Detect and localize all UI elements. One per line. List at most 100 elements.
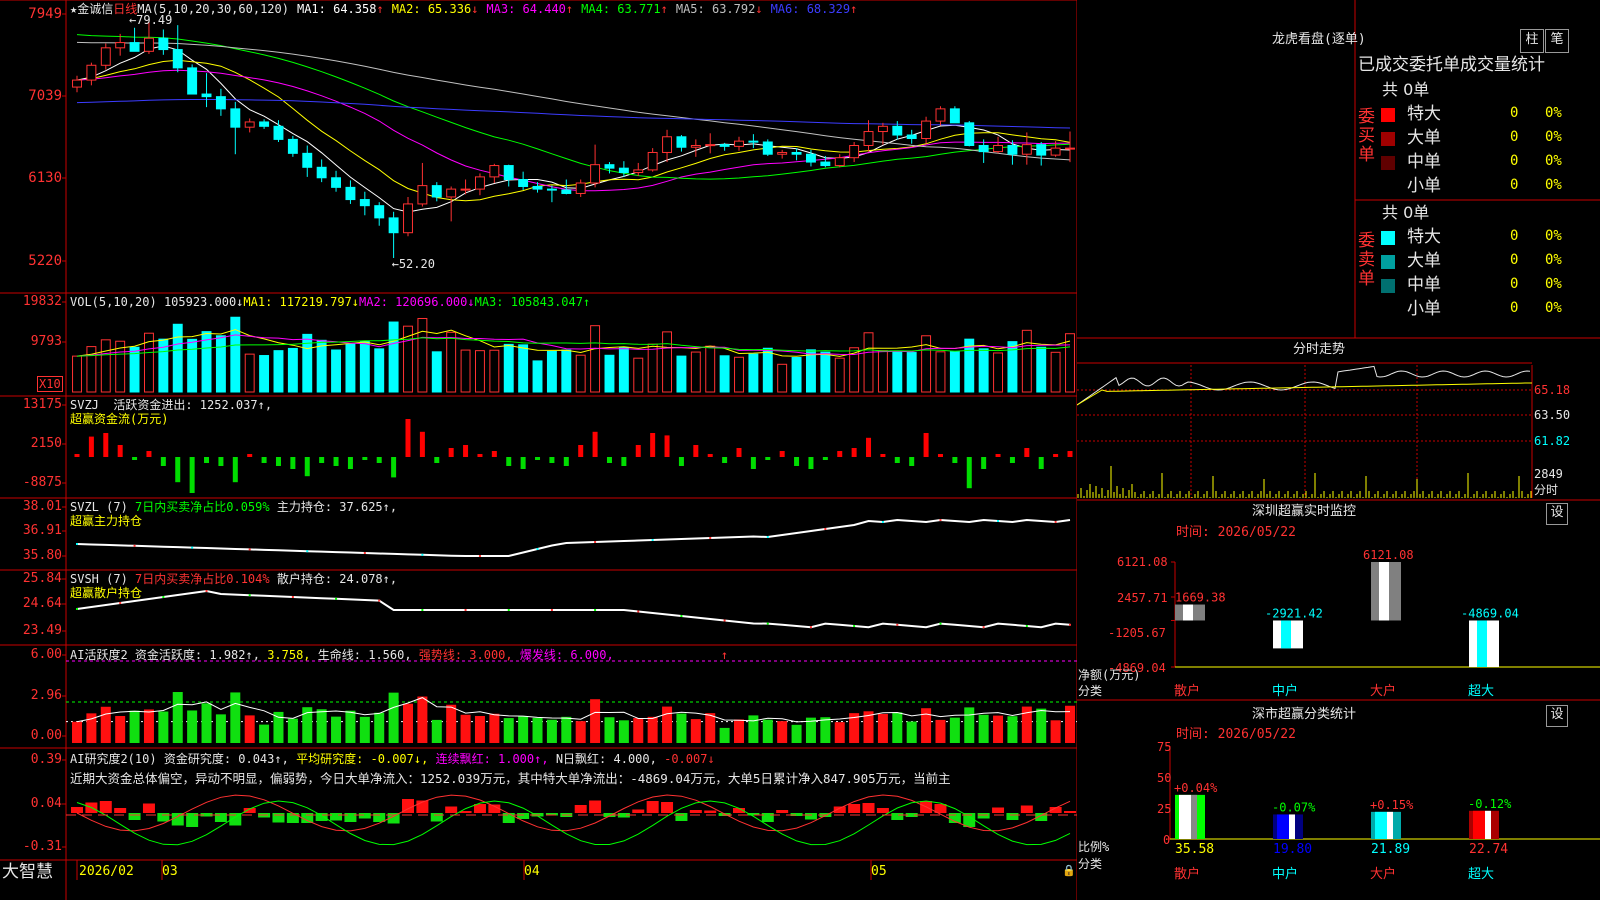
activity-bar <box>618 720 629 743</box>
classify-settings-button[interactable]: 设 <box>1546 705 1568 727</box>
research-bar <box>689 810 702 813</box>
svzj-text: 活跃资金进出: 1252.037↑, <box>113 398 273 412</box>
activity-bar <box>561 716 572 743</box>
lock-icon[interactable]: 🔒 <box>1062 864 1076 878</box>
activity-bar <box>777 721 788 743</box>
activity-bar <box>734 719 744 743</box>
y-tick-label: 13175 <box>22 397 62 412</box>
ai-research-commentary: 近期大资金总体偏空，异动不明显，偏弱势，今日大单净流入：1252.039万元，其… <box>70 771 951 786</box>
buy-label: 委买单 <box>1358 107 1375 165</box>
research-bar <box>1064 811 1076 813</box>
candle-body <box>892 125 903 136</box>
classify-change-label: +0.04% <box>1174 781 1218 795</box>
volume-bar <box>590 325 601 393</box>
research-bar <box>214 813 227 822</box>
y-tick-label: 7949 <box>28 6 62 22</box>
volume-bar <box>705 345 716 393</box>
svzl-dot <box>709 537 712 539</box>
svzl-dot <box>248 548 251 551</box>
monitor-ytick-2: -1205.67 <box>1108 626 1166 640</box>
svzl-dot <box>766 536 769 538</box>
ma-arrow-5: ↓ <box>755 2 763 16</box>
flow-bar <box>477 454 483 457</box>
ma-line-6 <box>76 99 1071 129</box>
flow-bar <box>319 457 325 463</box>
svsh-dot <box>896 623 899 626</box>
ma-line-5 <box>76 41 1071 161</box>
volume-bar <box>489 349 500 393</box>
brand-logo[interactable]: 大智慧 <box>2 862 53 882</box>
sell-row-name: 大单 <box>1407 251 1441 271</box>
activity-bar <box>100 706 111 743</box>
period-label[interactable]: 日线 <box>113 2 137 16</box>
volume-bar <box>791 357 802 393</box>
activity-bar <box>546 719 557 743</box>
svsh-dot <box>205 590 208 592</box>
buy-row-name: 小单 <box>1407 176 1441 196</box>
flow-bar <box>549 457 555 463</box>
flow-bar <box>1009 457 1015 463</box>
candle-body <box>921 120 932 140</box>
ai-active-c: 生命线: 1.560, <box>317 648 412 662</box>
flow-bar <box>290 457 296 469</box>
monitor-bar-group <box>1371 562 1401 621</box>
sell-row-pct: 0% <box>1545 228 1562 244</box>
activity-bar <box>921 708 932 743</box>
classify-bar-shine <box>1473 810 1485 839</box>
ai-research-b: 平均研究度: -0.007↓, <box>296 752 429 766</box>
candle-body <box>316 166 327 179</box>
activity-bar <box>72 721 82 743</box>
flow-bar <box>837 451 843 457</box>
volume-bar <box>575 354 586 393</box>
activity-bar <box>230 692 241 743</box>
flow-bar <box>535 457 541 460</box>
volume-bar <box>935 351 946 393</box>
buy-row-count: 0 <box>1510 177 1519 193</box>
svsh-dot <box>939 622 942 625</box>
candle-body <box>215 96 226 110</box>
candle-body <box>129 42 140 52</box>
activity-bar <box>532 717 543 743</box>
flow-bar <box>822 457 828 460</box>
activity-bar <box>949 717 960 743</box>
buy-row-pct: 0% <box>1545 153 1562 169</box>
research-bar <box>776 810 789 813</box>
intraday-vol-unit: 分时 <box>1534 483 1559 497</box>
flow-bar <box>808 457 814 469</box>
activity-bar <box>489 713 500 743</box>
volume-bar <box>834 357 845 393</box>
activity-bar <box>604 717 615 743</box>
activity-bar <box>892 712 903 743</box>
volume-bar <box>662 331 673 393</box>
y-tick-label: 38.01 <box>22 499 62 514</box>
candle-body <box>575 182 586 194</box>
volume-bar <box>1036 346 1047 393</box>
svzl-dot <box>997 520 1000 522</box>
candle-body <box>906 134 917 140</box>
activity-bar <box>633 718 644 743</box>
candle-body <box>690 144 701 148</box>
stock-name[interactable]: 金诚信 <box>77 2 113 16</box>
flow-bar <box>520 457 526 469</box>
candle-body <box>172 49 183 69</box>
y-tick-label: 19832 <box>22 294 62 309</box>
flow-bar <box>678 457 684 466</box>
flow-bar <box>247 454 253 457</box>
research-bar <box>71 807 83 813</box>
classify-category: 大户 <box>1370 866 1396 882</box>
y-tick-label: 2150 <box>30 436 62 451</box>
monitor-settings-button[interactable]: 设 <box>1546 503 1568 525</box>
monitor-value-label: 1669.38 <box>1175 591 1226 605</box>
flow-bar <box>204 457 210 463</box>
monitor-bar-shine <box>1183 604 1193 621</box>
ma-arrow-4: ↑ <box>660 2 668 16</box>
svsh-dot <box>594 609 597 611</box>
bar-view-button[interactable]: 柱 <box>1520 29 1544 53</box>
tick-view-button[interactable]: 笔 <box>1545 29 1569 53</box>
volume-bar <box>460 349 471 393</box>
intraday-ytick-2: 61.82 <box>1534 434 1571 448</box>
monitor-value-label: -2921.42 <box>1265 606 1323 620</box>
flow-bar <box>1024 448 1030 457</box>
svsh-dot <box>335 597 338 600</box>
sell-row-count: 0 <box>1510 228 1519 244</box>
